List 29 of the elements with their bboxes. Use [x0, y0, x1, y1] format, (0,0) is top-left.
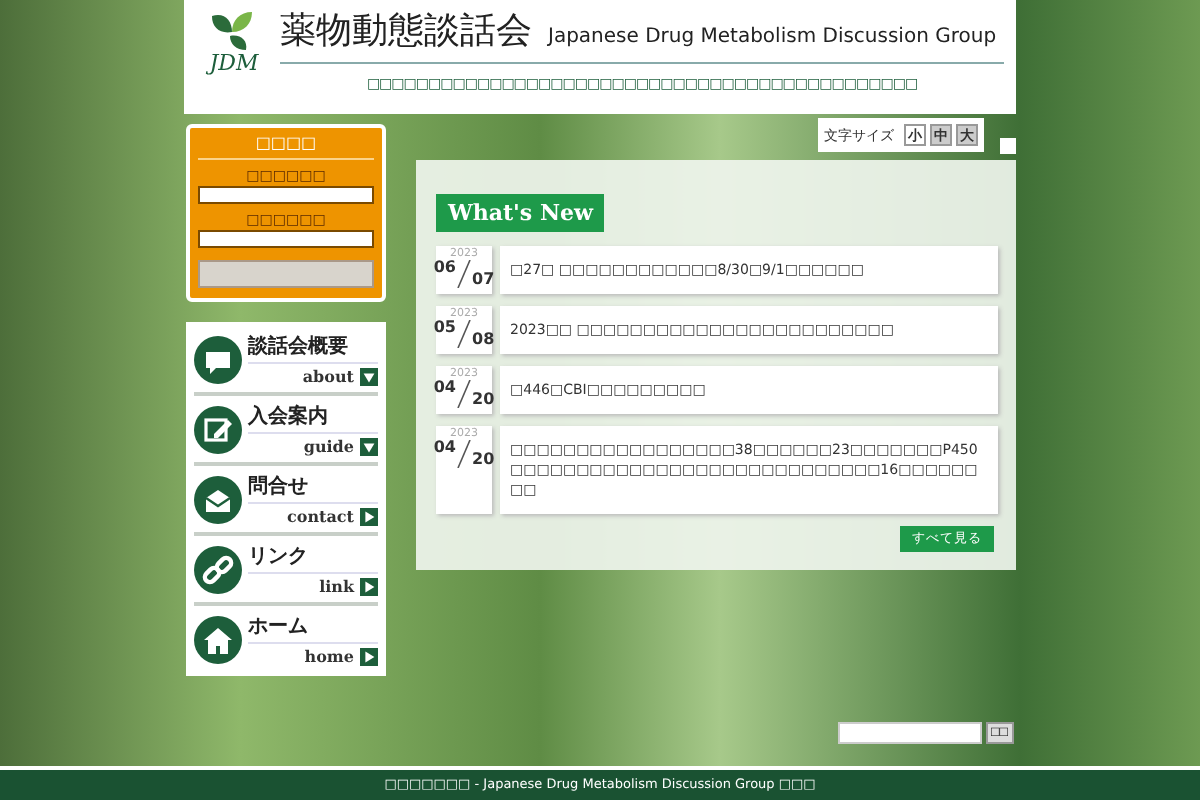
nav-link[interactable]: 入会案内 [248, 402, 378, 434]
right-arrow-icon[interactable] [360, 577, 378, 595]
input-field[interactable] [198, 186, 374, 204]
input-field[interactable] [198, 230, 374, 248]
nav-link[interactable]: 問合せ [248, 472, 378, 504]
nav-sublabel[interactable]: guide [303, 436, 354, 456]
nav-sublabel[interactable]: contact [287, 506, 354, 526]
site-title: 薬物動態談話会 [280, 8, 532, 56]
envelope-icon[interactable] [194, 475, 242, 523]
section-title: What's New [436, 194, 605, 232]
nav-sublabel[interactable]: home [304, 646, 354, 666]
speech-bubble-icon[interactable] [194, 335, 242, 383]
down-arrow-icon[interactable] [360, 367, 378, 385]
down-arrow-icon[interactable] [360, 437, 378, 455]
pencil-icon[interactable] [194, 405, 242, 453]
nav-link[interactable]: ホーム [248, 612, 378, 644]
right-arrow-icon[interactable] [360, 647, 378, 665]
house-icon[interactable] [194, 615, 242, 663]
square-marker [1000, 138, 1016, 154]
right-arrow-icon[interactable] [360, 507, 378, 525]
login-title: □□□□ [198, 134, 374, 160]
search-field[interactable] [837, 722, 982, 744]
nav-sublabel[interactable]: link [319, 576, 354, 596]
nav-link[interactable]: 談話会概要 [248, 332, 378, 364]
site-subtitle: Japanese Drug Metabolism Discussion Group [548, 26, 997, 48]
nav-link[interactable]: リンク [248, 542, 378, 574]
logo-text: JDM [209, 52, 259, 74]
chain-link-icon[interactable] [194, 545, 242, 593]
nav-sublabel[interactable]: about [302, 366, 354, 386]
